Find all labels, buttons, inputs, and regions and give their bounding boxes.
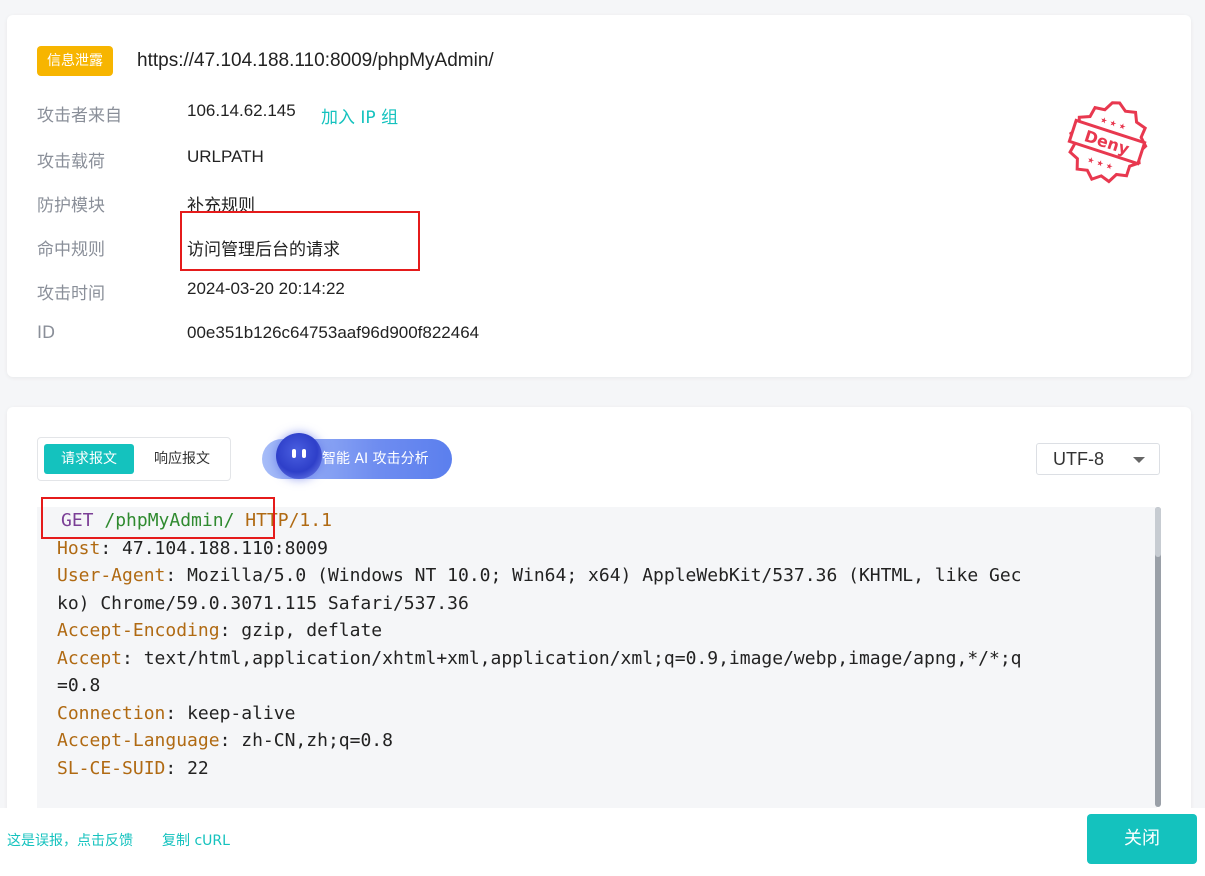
tab-request-message[interactable]: 请求报文 <box>44 444 134 474</box>
svg-text:★ ★ ★: ★ ★ ★ <box>1086 155 1114 172</box>
value-payload: URLPATH <box>187 147 264 166</box>
label-attacker-source: 攻击者来自 <box>37 106 122 126</box>
chevron-down-icon <box>1133 457 1145 463</box>
message-tab-group: 请求报文 响应报文 <box>37 437 231 481</box>
highlight-box-rule <box>180 211 420 271</box>
label-hit-rule: 命中规则 <box>37 240 105 260</box>
copy-curl-link[interactable]: 复制 cURL <box>162 830 230 850</box>
category-tag: 信息泄露 <box>37 46 113 76</box>
label-attack-time: 攻击时间 <box>37 284 105 304</box>
tab-response-message[interactable]: 响应报文 <box>140 444 224 474</box>
ai-attack-analysis-button[interactable]: 智能 AI 攻击分析 <box>262 433 452 479</box>
label-payload: 攻击载荷 <box>37 152 105 172</box>
label-id: ID <box>37 323 56 343</box>
add-ip-group-link[interactable]: 加入 IP 组 <box>321 103 398 128</box>
header-line-continuation: =0.8 <box>57 675 101 696</box>
header-line: User-Agent: Mozilla/5.0 (Windows NT 10.0… <box>57 565 1022 586</box>
encoding-select[interactable]: UTF-8 <box>1036 443 1160 475</box>
deny-stamp-icon: Deny ★ ★ ★ ★ ★ ★ <box>1067 101 1148 184</box>
attacked-url: https://47.104.188.110:8009/phpMyAdmin/ <box>137 50 494 71</box>
header-line: Accept-Language: zh-CN,zh;q=0.8 <box>57 730 393 751</box>
close-button[interactable]: 关闭 <box>1087 814 1197 864</box>
label-protection-module: 防护模块 <box>37 196 105 216</box>
encoding-value: UTF-8 <box>1053 449 1104 469</box>
value-attacker-ip: 106.14.62.145 <box>187 101 296 120</box>
header-line: Accept: text/html,application/xhtml+xml,… <box>57 647 1022 669</box>
dialog-footer: 这是误报，点击反馈 复制 cURL 关闭 <box>0 808 1205 876</box>
false-positive-feedback-link[interactable]: 这是误报，点击反馈 <box>7 830 133 850</box>
code-scrollbar-top <box>1155 507 1161 557</box>
highlight-box-request-line <box>41 497 275 539</box>
header-line: Connection: keep-alive <box>57 702 296 724</box>
header-line: SL-CE-SUID: 22 <box>57 757 209 779</box>
event-info-card: 信息泄露 https://47.104.188.110:8009/phpMyAd… <box>7 15 1191 377</box>
header-line: Accept-Encoding: gzip, deflate <box>57 620 383 641</box>
header-line-continuation: ko) Chrome/59.0.3071.115 Safari/537.36 <box>57 592 469 614</box>
request-detail-card: 请求报文 响应报文 智能 AI 攻击分析 UTF-8 GET /phpMyAdm… <box>7 407 1191 827</box>
value-id: 00e351b126c64753aaf96d900f822464 <box>187 323 480 342</box>
ai-button-label: 智能 AI 攻击分析 <box>322 451 429 467</box>
value-attack-time: 2024-03-20 20:14:22 <box>187 279 345 298</box>
raw-request-viewer[interactable]: GET /phpMyAdmin/ HTTP/1.1 Host: 47.104.1… <box>37 507 1157 827</box>
ai-robot-icon <box>276 433 322 479</box>
